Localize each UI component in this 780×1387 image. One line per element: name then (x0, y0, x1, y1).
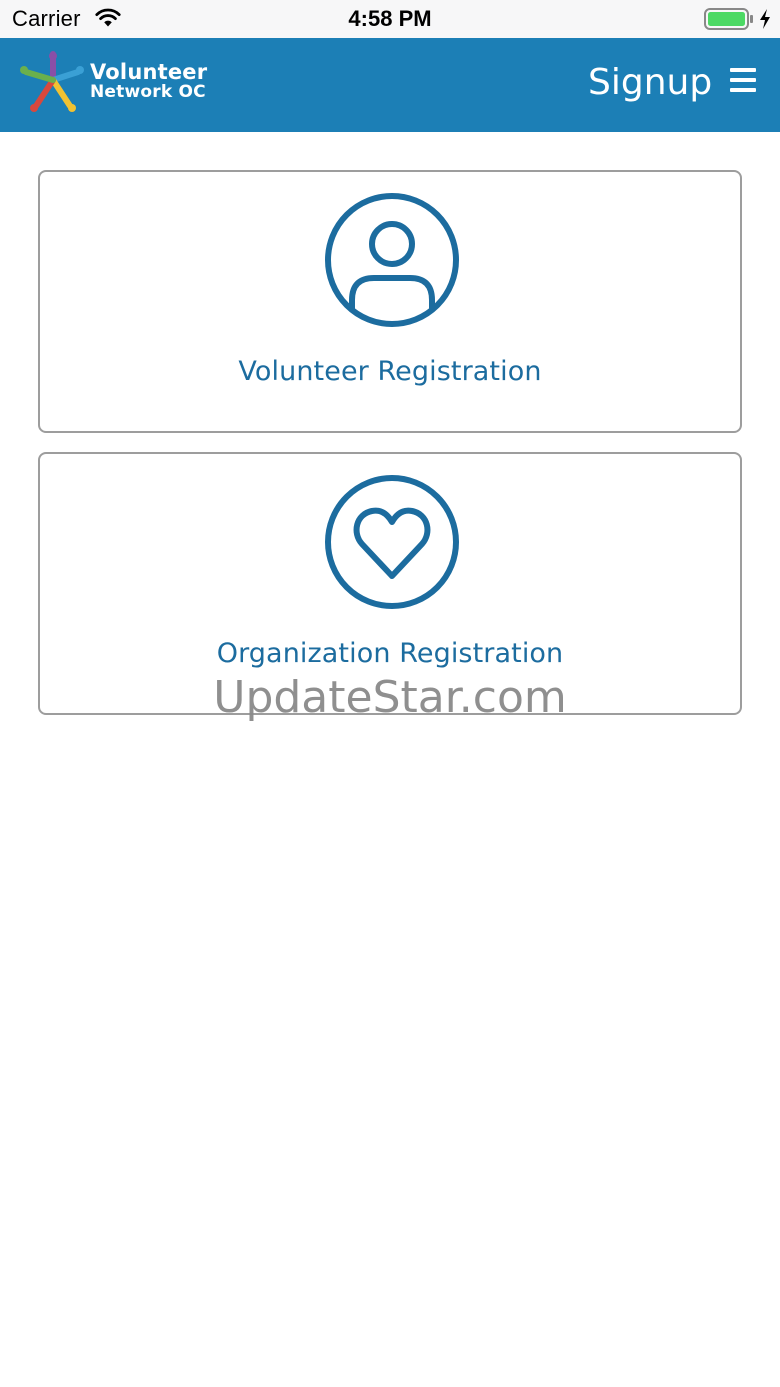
signup-screen: Carrier 4:58 PM Volunteer Network OC Sig… (0, 0, 780, 1387)
status-bar: Carrier 4:58 PM (0, 0, 780, 38)
user-circle-icon (325, 193, 459, 327)
organization-registration-label: Organization Registration (216, 638, 564, 669)
battery-icon (704, 8, 753, 30)
logo-star-icon (20, 51, 84, 112)
watermark-text: UpdateStar.com (213, 672, 567, 723)
hamburger-menu-icon[interactable] (730, 68, 760, 98)
clock: 4:58 PM (348, 6, 432, 31)
volunteer-registration-label: Volunteer Registration (238, 356, 542, 387)
volunteer-registration-card[interactable]: Volunteer Registration (38, 170, 742, 433)
page-title: Signup (588, 62, 713, 103)
lightning-bolt-icon (760, 9, 770, 29)
heart-circle-icon (325, 475, 459, 609)
app-header: Volunteer Network OC Signup (0, 38, 780, 132)
logo-wordmark: Volunteer Network OC (90, 60, 208, 103)
logo-line2: Network OC (90, 82, 206, 102)
logo-line1: Volunteer (90, 60, 208, 84)
